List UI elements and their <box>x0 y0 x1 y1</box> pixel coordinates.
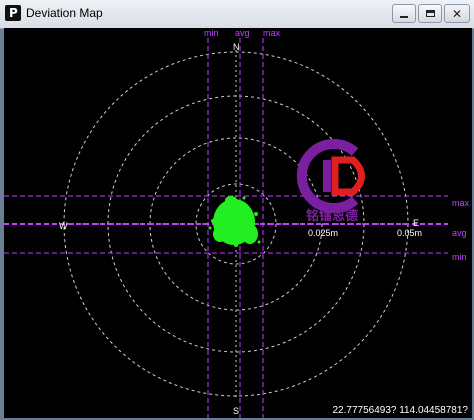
maximize-icon <box>425 10 435 17</box>
watermark-logo: 铭镭恩德 <box>296 139 365 224</box>
east-label: E <box>413 218 419 228</box>
app-icon: P <box>5 5 21 21</box>
title-bar[interactable]: P Deviation Map ✕ <box>0 0 474 29</box>
deviation-points <box>208 196 261 247</box>
west-label: W <box>59 221 68 231</box>
ring-labels: 0.025m 0.05m <box>308 228 422 238</box>
deviation-map-svg: min avg max max avg min N S W E 0.025m 0… <box>4 28 470 418</box>
minimize-icon <box>400 15 408 18</box>
app-icon-letter: P <box>9 6 18 20</box>
north-label: N <box>233 42 240 52</box>
point-cloud-lobe <box>225 196 237 204</box>
point-cloud-lobe <box>213 226 227 242</box>
point <box>242 196 246 200</box>
label-min-right: min <box>452 252 467 262</box>
vertical-guide-labels: min avg max <box>204 28 281 38</box>
label-avg-right: avg <box>452 228 467 238</box>
logo-d <box>331 156 365 196</box>
label-min-top: min <box>204 28 219 38</box>
point <box>234 243 238 247</box>
logo-bar <box>323 160 331 192</box>
window-title: Deviation Map <box>26 6 103 20</box>
point <box>257 240 261 244</box>
point <box>208 226 212 230</box>
label-avg-top: avg <box>235 28 250 38</box>
ring-label-0025: 0.025m <box>308 228 338 238</box>
south-label: S <box>233 406 239 416</box>
point-cloud-lobe <box>242 224 258 244</box>
close-icon: ✕ <box>451 6 463 21</box>
point <box>254 212 258 216</box>
coordinate-readout: 22.77756493? 114.04458781? <box>332 405 468 416</box>
horizontal-guide-labels: max avg min <box>452 198 470 262</box>
watermark-text: 铭镭恩德 <box>306 208 358 224</box>
maximize-button[interactable] <box>418 4 442 23</box>
deviation-map-window: P Deviation Map ✕ min avg max max avg mi… <box>0 0 474 420</box>
ring-label-005: 0.05m <box>397 228 422 238</box>
point <box>211 219 215 223</box>
label-max-right: max <box>452 198 470 208</box>
close-button[interactable]: ✕ <box>444 4 470 23</box>
label-max-top: max <box>263 28 281 38</box>
deviation-map-canvas[interactable]: min avg max max avg min N S W E 0.025m 0… <box>4 28 472 418</box>
minimize-button[interactable] <box>392 4 416 23</box>
